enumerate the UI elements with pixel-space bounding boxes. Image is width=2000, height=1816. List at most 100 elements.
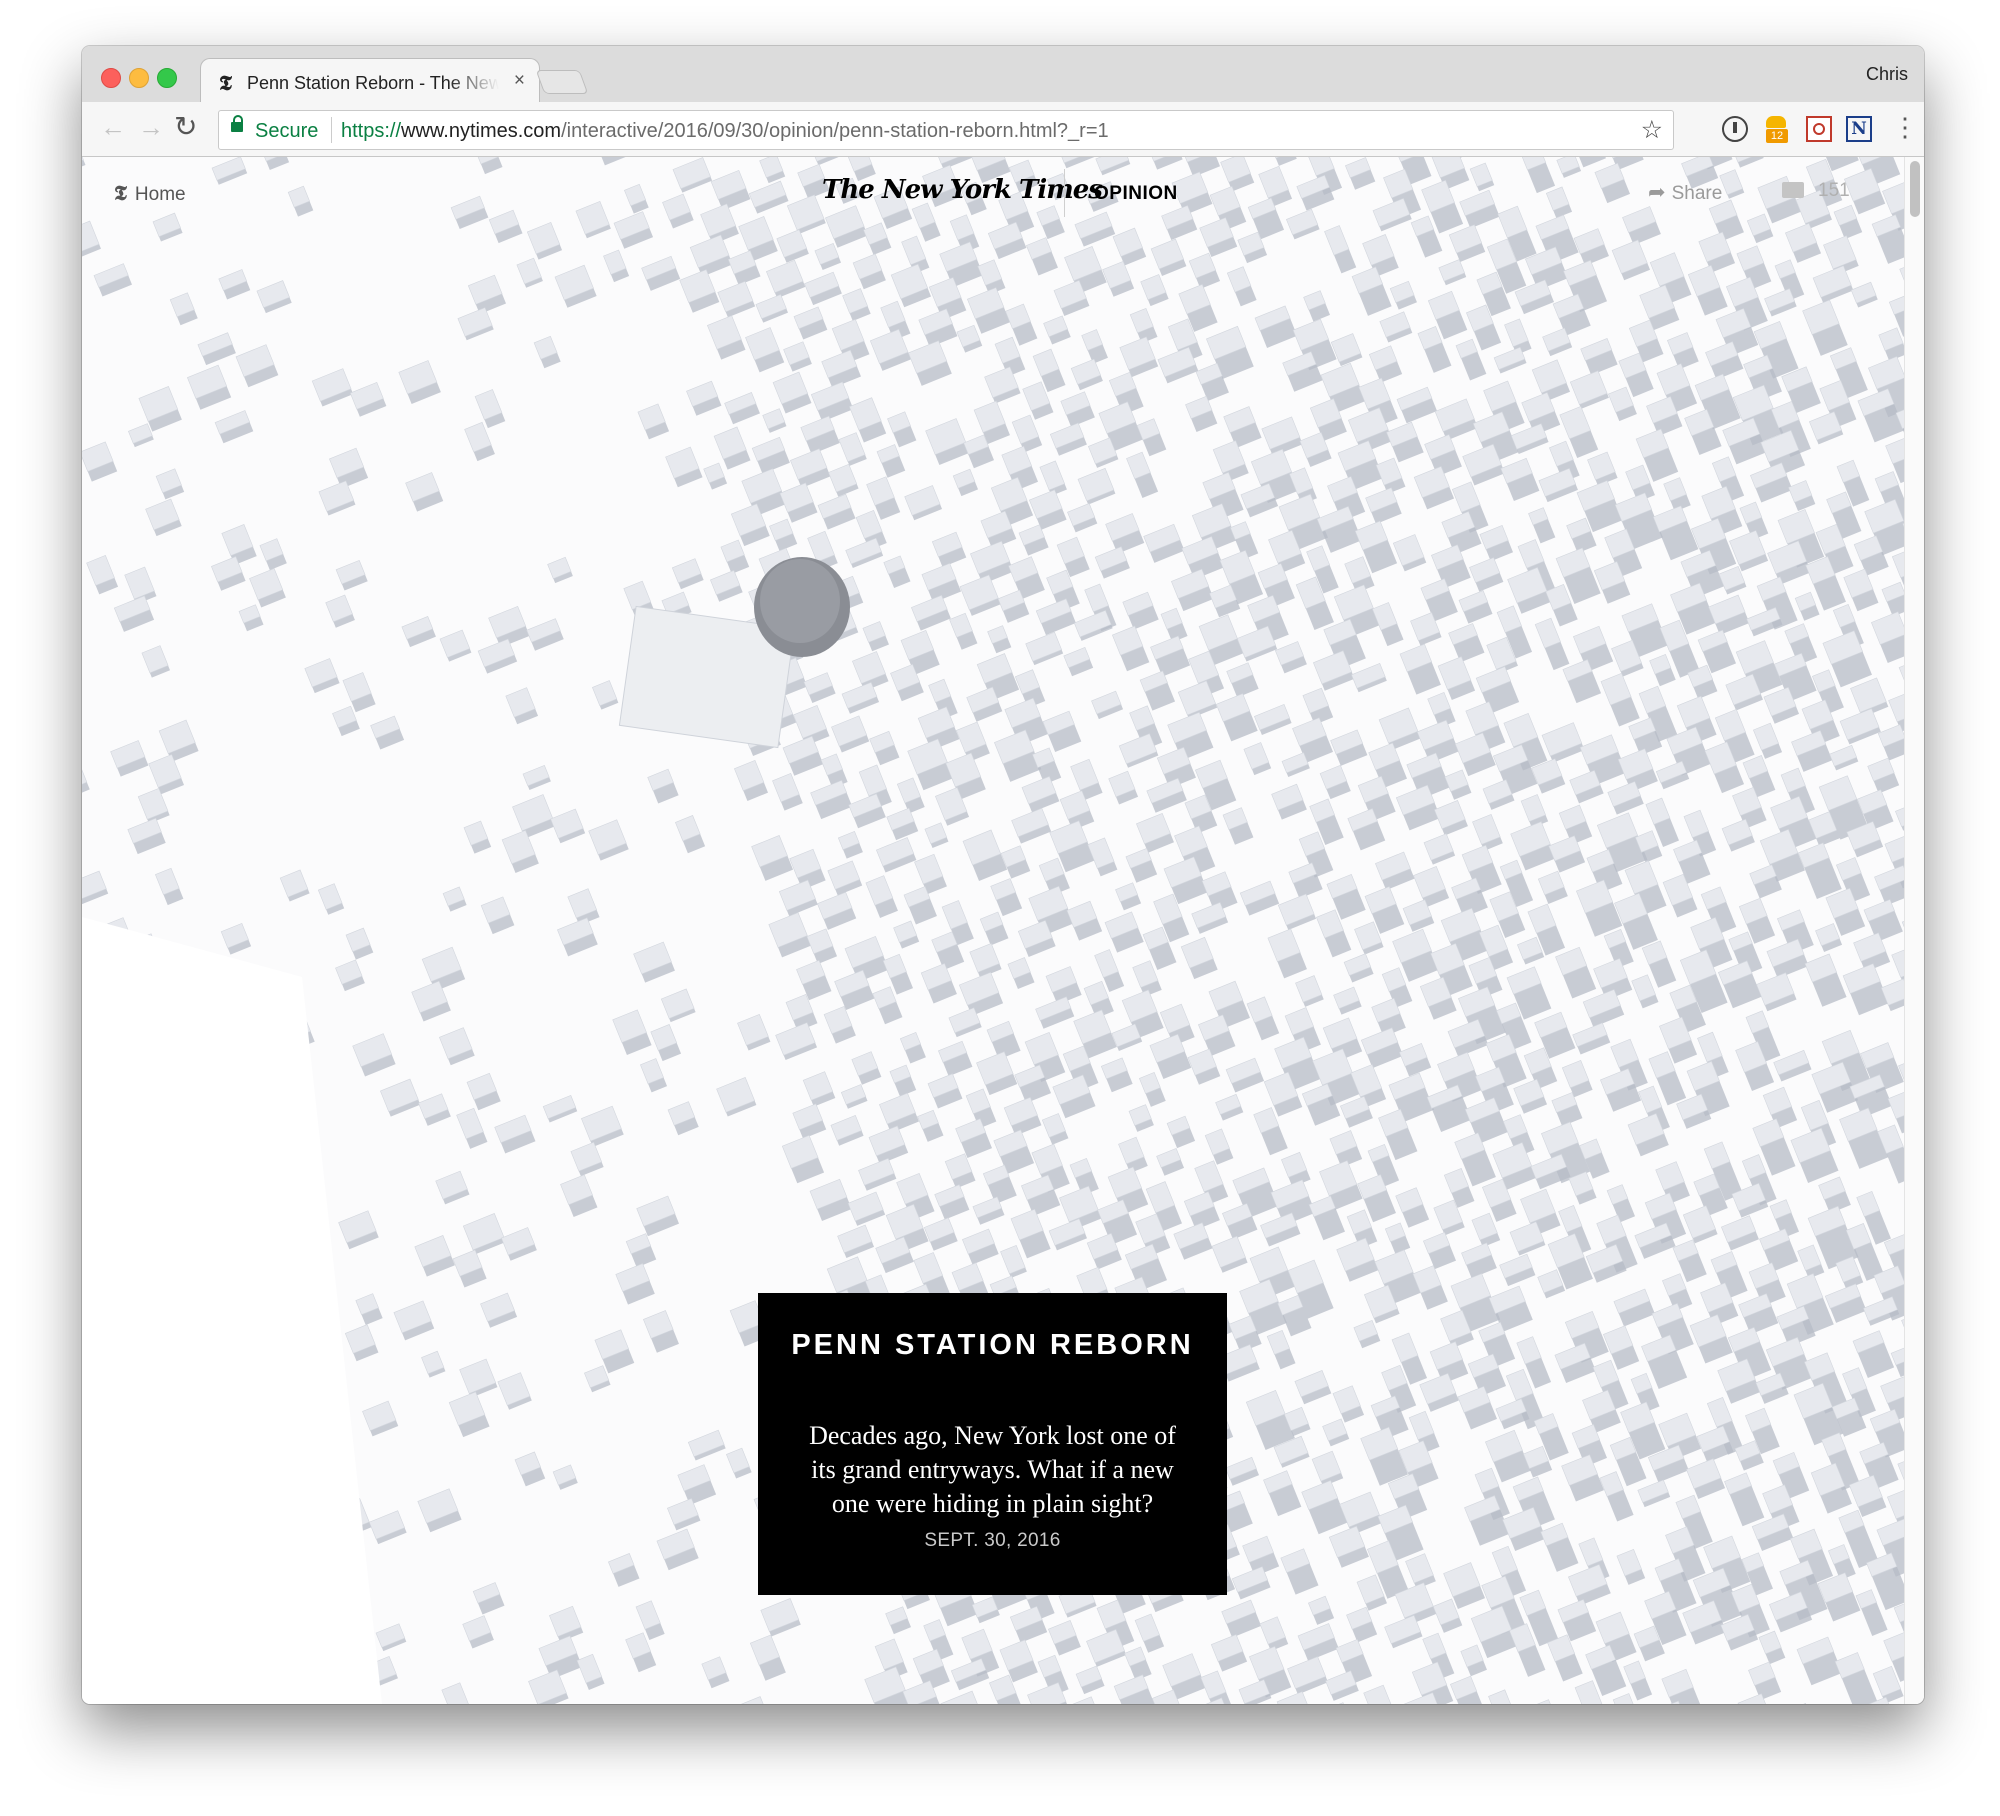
- building: [1246, 996, 1280, 1041]
- scrollbar-thumb[interactable]: [1910, 161, 1920, 217]
- building: [362, 1400, 399, 1437]
- secure-label[interactable]: Secure: [255, 120, 318, 143]
- share-button[interactable]: ➦ Share: [1648, 180, 1722, 205]
- building: [793, 306, 828, 340]
- building: [1267, 928, 1307, 979]
- bookmark-star-icon[interactable]: ☆: [1641, 115, 1663, 145]
- building: [249, 568, 286, 608]
- building: [1036, 205, 1065, 240]
- building: [1561, 1454, 1605, 1502]
- reload-icon[interactable]: ↻: [174, 112, 197, 142]
- building: [1095, 157, 1131, 176]
- new-tab-button[interactable]: [535, 70, 589, 94]
- building: [1066, 900, 1103, 941]
- building: [1802, 299, 1848, 356]
- building: [1867, 757, 1900, 794]
- building: [1500, 457, 1540, 502]
- building: [82, 220, 101, 259]
- address-bar[interactable]: Secure https://www.nytimes.com/interacti…: [218, 110, 1674, 150]
- zoom-window-button[interactable]: [157, 68, 177, 88]
- building: [1399, 643, 1441, 695]
- building: [1616, 1548, 1646, 1585]
- building: [956, 324, 983, 353]
- building: [259, 538, 287, 571]
- building: [110, 740, 149, 777]
- building: [1878, 327, 1904, 362]
- building: [883, 555, 911, 588]
- building: [772, 371, 812, 414]
- building: [1343, 953, 1374, 983]
- profile-name[interactable]: Chris: [1866, 64, 1908, 85]
- building: [1460, 1644, 1487, 1677]
- building: [920, 963, 957, 1004]
- building: [418, 1093, 451, 1126]
- building: [1263, 1470, 1302, 1517]
- tab-active[interactable]: 𝕿 Penn Station Reborn - The New York Tim…: [200, 58, 540, 104]
- building: [1444, 769, 1472, 800]
- building: [726, 1447, 752, 1479]
- building: [1812, 265, 1854, 303]
- tab-close-icon[interactable]: ×: [514, 70, 525, 92]
- building: [979, 911, 1009, 946]
- url-text[interactable]: https://www.nytimes.com/interactive/2016…: [341, 120, 1109, 143]
- building: [575, 201, 611, 239]
- building: [804, 271, 842, 306]
- building: [1379, 311, 1413, 343]
- ghostery-icon[interactable]: 12: [1764, 116, 1790, 143]
- building: [633, 941, 675, 983]
- building: [1649, 654, 1676, 687]
- building: [1124, 1646, 1152, 1681]
- home-link[interactable]: 𝕿 Home: [114, 180, 186, 206]
- building: [1746, 213, 1774, 244]
- building: [679, 269, 720, 313]
- comments-button[interactable]: 151: [1782, 180, 1850, 202]
- building: [1520, 794, 1549, 828]
- building: [847, 1191, 886, 1226]
- building: [1336, 1237, 1379, 1282]
- building: [1729, 157, 1764, 168]
- close-window-button[interactable]: [101, 68, 121, 88]
- building: [1254, 305, 1298, 348]
- info-icon[interactable]: [1722, 116, 1748, 142]
- building: [522, 764, 551, 791]
- section-label[interactable]: OPINION: [1094, 183, 1178, 205]
- building: [899, 1032, 926, 1064]
- building: [1687, 264, 1728, 316]
- page-scrollbar[interactable]: [1904, 157, 1924, 1704]
- building: [1613, 1288, 1655, 1327]
- building: [1281, 1151, 1311, 1187]
- building: [82, 764, 90, 797]
- forward-arrow-icon[interactable]: →: [138, 112, 164, 142]
- building: [1346, 1606, 1378, 1643]
- building: [1204, 1128, 1234, 1165]
- building: [713, 426, 751, 470]
- building: [1077, 467, 1116, 505]
- building: [1363, 1684, 1399, 1704]
- building: [488, 209, 523, 244]
- n-icon[interactable]: N: [1846, 116, 1872, 142]
- building: [1880, 978, 1904, 1012]
- minimize-window-button[interactable]: [129, 68, 149, 88]
- back-arrow-icon[interactable]: ←: [100, 112, 126, 142]
- building: [1339, 1491, 1383, 1535]
- building: [414, 1235, 455, 1277]
- building: [421, 946, 466, 992]
- building: [1345, 157, 1376, 190]
- building: [584, 1365, 611, 1393]
- building: [137, 787, 170, 824]
- building: [596, 157, 630, 166]
- building: [1555, 946, 1597, 999]
- building: [1871, 611, 1904, 664]
- building: [1416, 719, 1459, 764]
- building: [557, 917, 598, 957]
- building: [890, 263, 932, 308]
- building: [1817, 1572, 1861, 1622]
- masthead-logo[interactable]: The New York Times: [822, 175, 1103, 205]
- building: [1104, 911, 1144, 953]
- menu-icon[interactable]: ⋮: [1892, 114, 1918, 140]
- building: [581, 1105, 624, 1147]
- building: [463, 820, 492, 854]
- screenshot-icon[interactable]: [1806, 116, 1832, 142]
- building: [1689, 1314, 1733, 1364]
- building: [1210, 1634, 1248, 1672]
